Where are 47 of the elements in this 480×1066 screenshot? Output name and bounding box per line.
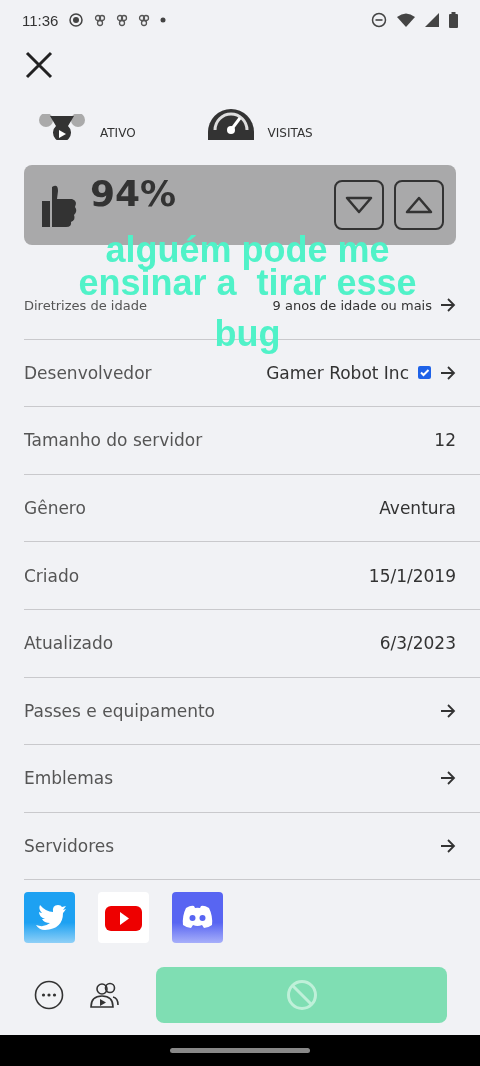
game-controller-icon[interactable] <box>172 892 223 944</box>
players-icon <box>36 114 88 140</box>
thumbs-up-button[interactable] <box>394 180 444 230</box>
arrow-right-icon[interactable] <box>440 838 456 855</box>
row-value: Gamer Robot Inc <box>266 362 409 383</box>
group-play-icon[interactable] <box>89 981 119 1010</box>
row-label[interactable]: Passes e equipamento <box>24 700 432 721</box>
row-label: Tamanho do servidor <box>24 430 204 451</box>
row-label[interactable]: Desenvolvedor <box>24 362 259 383</box>
home-handle[interactable] <box>170 1048 310 1054</box>
row-label: Atualizado <box>24 633 115 654</box>
battery-icon <box>449 12 458 28</box>
row-label: Criado <box>24 565 81 586</box>
arrow-right-icon[interactable] <box>440 364 456 381</box>
blocked-icon <box>285 979 318 1012</box>
row-value: 9 anos de idade ou mais <box>272 297 432 313</box>
rating-percent: 94% <box>90 173 177 214</box>
record-icon <box>68 12 85 28</box>
arrow-right-icon[interactable] <box>440 297 456 314</box>
arrow-right-icon[interactable] <box>440 770 456 787</box>
gauge-icon <box>205 106 256 140</box>
app-notification-icon <box>94 13 107 27</box>
triangle-down-icon <box>344 195 374 215</box>
bird-icon[interactable] <box>24 892 75 944</box>
do-not-disturb-icon <box>371 12 387 28</box>
wifi-icon <box>397 13 415 27</box>
more-icon[interactable] <box>34 980 64 1011</box>
arrow-right-icon[interactable] <box>440 702 456 719</box>
signal-icon <box>425 13 439 27</box>
row-value: 12 <box>434 430 456 451</box>
close-icon[interactable] <box>24 50 54 80</box>
stat-label: VISITAS <box>267 126 313 140</box>
app-notification-icon <box>116 13 129 27</box>
row-label: Gênero <box>24 498 87 519</box>
thumbs-down-button[interactable] <box>334 180 384 230</box>
row-label[interactable]: Servidores <box>24 836 432 857</box>
app-notification-icon <box>138 13 151 27</box>
row-value: 15/1/2019 <box>368 565 456 586</box>
stat-label: ATIVO <box>100 126 136 140</box>
status-time: 11:36 <box>22 11 59 29</box>
row-label[interactable]: Diretrizes de idade <box>24 297 265 313</box>
dot-icon <box>160 17 167 23</box>
video-play-icon[interactable] <box>98 892 149 944</box>
row-label[interactable]: Emblemas <box>24 768 432 789</box>
row-value: Aventura <box>379 498 456 519</box>
triangle-up-icon <box>404 195 434 215</box>
row-value: 6/3/2023 <box>379 633 456 654</box>
